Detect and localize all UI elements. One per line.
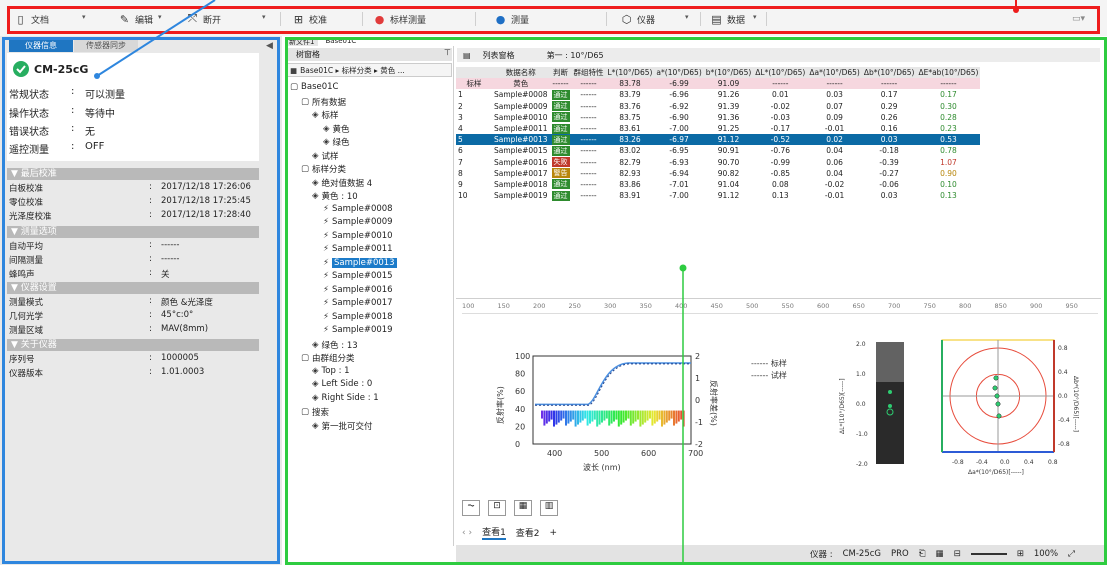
callout-overlay <box>94 0 1019 565</box>
